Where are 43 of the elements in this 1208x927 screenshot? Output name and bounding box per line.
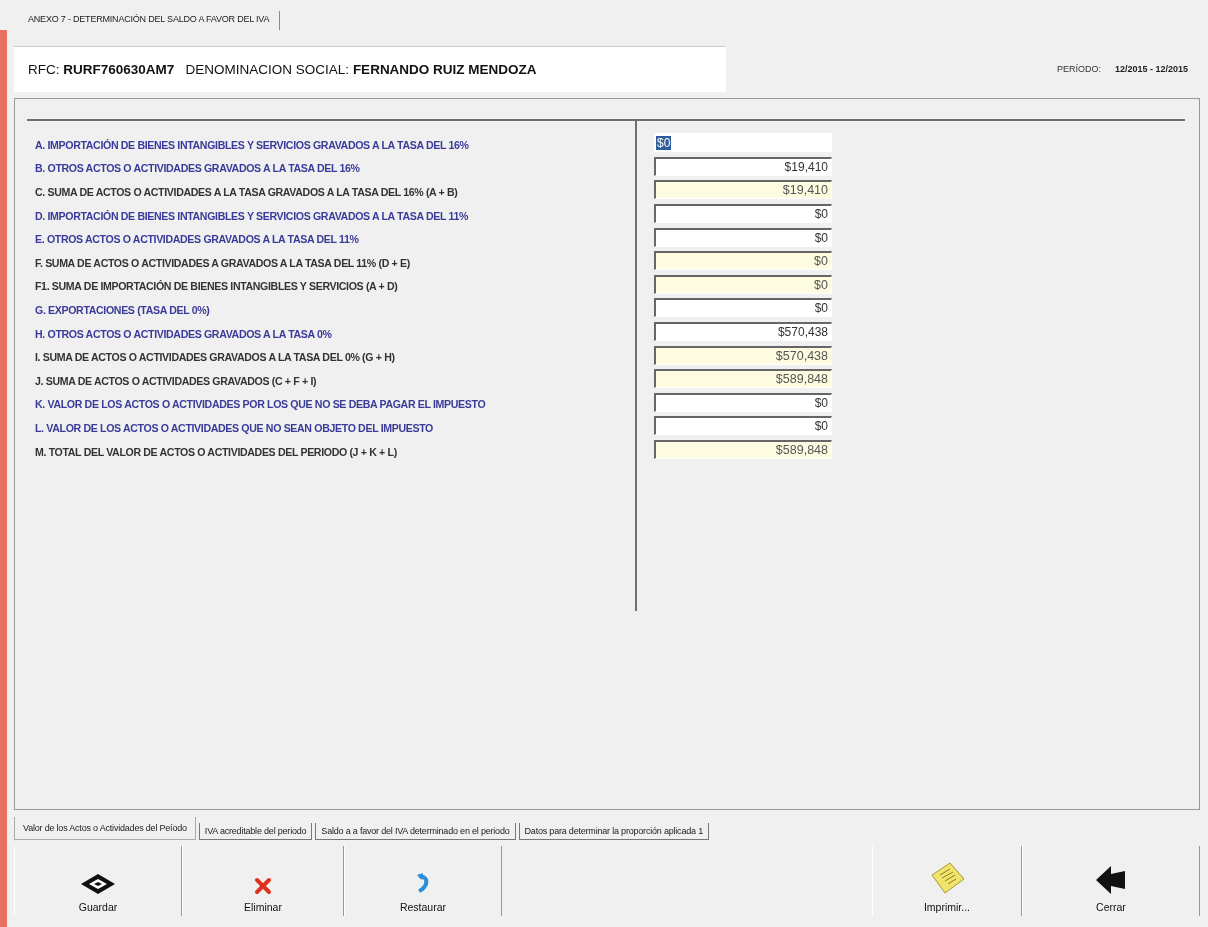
field-label: C. SUMA DE ACTOS O ACTIVIDADES A LA TASA GRAVADOS A LA TASA DEL 16% (A + B) bbox=[34, 185, 459, 200]
amount-field[interactable]: $0 bbox=[654, 227, 832, 247]
field-label: F. SUMA DE ACTOS O ACTIVIDADES A GRAVADOS A LA TASA DEL 11% (D + E) bbox=[34, 255, 411, 271]
amount-field[interactable]: $19,410 bbox=[654, 156, 832, 176]
field-label: A. IMPORTACIÓN DE BIENES INTANGIBLES Y SERVICIOS GRAVADOS A LA TASA DEL 16% bbox=[34, 137, 470, 153]
taxpayer-info: RFC: RURF760630AM7 DENOMINACION SOCIAL: FERNANDO RUIZ MENDOZA bbox=[14, 46, 726, 92]
field-label: F1. SUMA DE IMPORTACIÓN DE BIENES INTANGIBLES Y SERVICIOS (A + D) bbox=[34, 279, 399, 295]
tab[interactable]: IVA acreditable del periodo bbox=[198, 823, 313, 840]
field-label: L. VALOR DE LOS ACTOS O ACTIVIDADES QUE NO SEAN OBJETO DEL IMPUESTO bbox=[34, 420, 434, 436]
field-label: G. EXPORTACIONES (TASA DEL 0%) bbox=[34, 302, 211, 318]
amount-field[interactable]: $589,848 bbox=[654, 369, 832, 389]
amount-field[interactable]: $0 bbox=[654, 392, 832, 412]
tab[interactable]: Valor de los Actos o Actividades del Peíodo bbox=[14, 817, 196, 840]
amount-field[interactable]: $0 bbox=[654, 298, 832, 318]
field-label: I. SUMA DE ACTOS O ACTIVIDADES GRAVADOS A LA TASA DEL 0% (G + H) bbox=[34, 350, 396, 366]
amount-field[interactable]: $0 bbox=[654, 133, 832, 153]
restore-button[interactable]: Restaurar bbox=[344, 846, 502, 916]
field-label: J. SUMA DE ACTOS O ACTIVIDADES GRAVADOS (C + F + I) bbox=[34, 373, 318, 389]
field-label: H. OTROS ACTOS O ACTIVIDADES GRAVADOS A LA TASA 0% bbox=[34, 326, 333, 342]
delete-icon bbox=[254, 877, 272, 895]
amount-field[interactable]: $0 bbox=[654, 251, 832, 271]
amount-field[interactable]: $19,410 bbox=[654, 180, 832, 200]
field-label: E. OTROS ACTOS O ACTIVIDADES GRAVADOS A LA TASA DEL 11% bbox=[34, 232, 360, 248]
amount-field[interactable]: $570,438 bbox=[654, 322, 832, 342]
amount-field[interactable]: $570,438 bbox=[654, 345, 832, 365]
amount-field[interactable]: $589,848 bbox=[654, 440, 832, 459]
save-button[interactable]: Guardar bbox=[14, 846, 182, 916]
print-button[interactable]: Imprimir... bbox=[872, 846, 1022, 916]
tab[interactable]: Saldo a a favor del IVA determinado en el periodo bbox=[315, 823, 516, 840]
field-label: M. TOTAL DEL VALOR DE ACTOS O ACTIVIDADES DEL PERIODO (J + K + L) bbox=[34, 444, 398, 460]
delete-button[interactable]: Eliminar bbox=[182, 846, 344, 916]
field-label: B. OTROS ACTOS O ACTIVIDADES GRAVADOS A LA TASA DEL 16% bbox=[34, 161, 361, 177]
amount-field[interactable]: $0 bbox=[654, 416, 832, 436]
field-label: K. VALOR DE LOS ACTOS O ACTIVIDADES POR LOS QUE NO SE DEBA PAGAR EL IMPUESTO bbox=[34, 397, 487, 413]
period-label: PERÍODO: bbox=[1056, 64, 1101, 74]
amount-field[interactable]: $0 bbox=[654, 274, 832, 294]
field-label: D. IMPORTACIÓN DE BIENES INTANGIBLES Y SERVICIOS GRAVADOS A LA TASA DEL 11% bbox=[34, 208, 470, 224]
left-arrow-icon bbox=[1095, 865, 1127, 895]
close-button[interactable]: Cerrar bbox=[1022, 846, 1200, 916]
period-value: 12/2015 - 12/2015 bbox=[1114, 64, 1188, 74]
amount-field[interactable]: $0 bbox=[654, 204, 832, 224]
curved-arrow-icon bbox=[416, 873, 430, 895]
tab[interactable]: Datos para determinar la proporción aplicada 1 bbox=[518, 823, 709, 840]
